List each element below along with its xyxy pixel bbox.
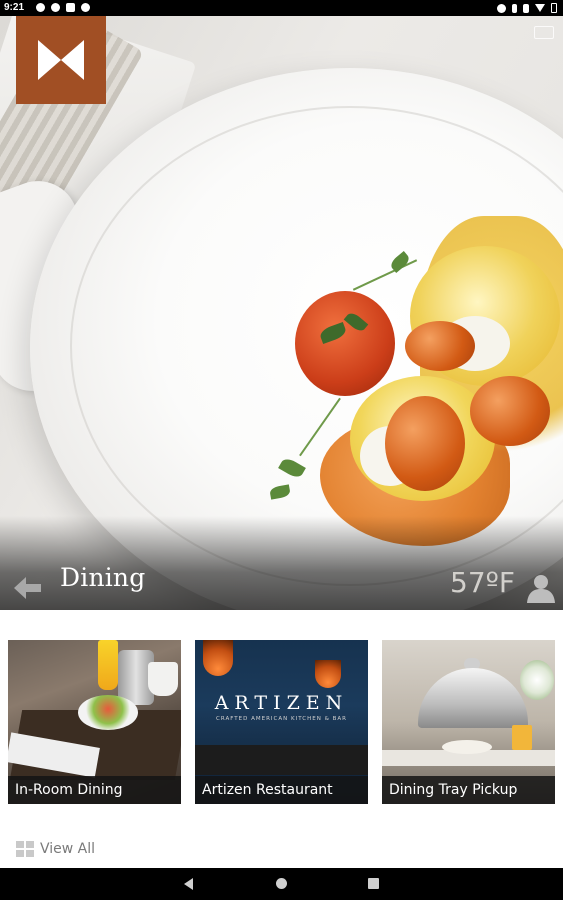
bar-counter xyxy=(195,745,368,775)
plate xyxy=(442,740,492,754)
juice-glass xyxy=(98,640,118,690)
recents-icon[interactable] xyxy=(368,878,379,889)
user-icon[interactable] xyxy=(526,573,556,603)
flowers xyxy=(520,660,554,700)
restaurant-tagline: CRAFTED AMERICAN KITCHEN & BAR xyxy=(216,716,347,722)
coffee-cup xyxy=(148,662,178,696)
bluetooth-icon xyxy=(512,3,517,13)
view-all-label: View All xyxy=(40,841,96,857)
notification-icon xyxy=(51,3,60,12)
hero-image xyxy=(0,16,563,610)
tile-dining-tray-pickup[interactable]: Dining Tray Pickup xyxy=(382,640,555,804)
temperature-readout: 57ºF xyxy=(450,566,515,599)
back-arrow-icon[interactable] xyxy=(14,575,42,601)
tile-artizen-restaurant[interactable]: ARTIZEN CRAFTED AMERICAN KITCHEN & BAR A… xyxy=(195,640,368,804)
roasted-tomato xyxy=(295,291,395,396)
view-all-link[interactable]: View All xyxy=(16,841,95,857)
status-left-icons xyxy=(36,3,90,12)
brand-logo[interactable] xyxy=(16,16,106,104)
salmon-roe xyxy=(405,321,475,371)
home-icon[interactable] xyxy=(276,878,287,889)
juice-glass xyxy=(512,725,532,750)
salmon-roe xyxy=(385,396,465,491)
dining-tiles: In-Room Dining ARTIZEN CRAFTED AMERICAN … xyxy=(0,640,563,804)
back-icon[interactable] xyxy=(184,878,193,890)
system-nav-bar xyxy=(0,868,563,900)
pendant-lamp xyxy=(203,640,233,676)
tile-label: Dining Tray Pickup xyxy=(382,776,555,804)
battery-icon xyxy=(551,3,557,13)
grid-icon xyxy=(16,841,34,857)
alarm-icon xyxy=(497,3,506,13)
restaurant-sign: ARTIZEN xyxy=(214,692,349,714)
tile-label: Artizen Restaurant xyxy=(195,776,368,804)
cast-icon[interactable] xyxy=(534,26,554,39)
status-time: 9:21 xyxy=(4,2,25,13)
cloche xyxy=(418,668,528,728)
tile-in-room-dining[interactable]: In-Room Dining xyxy=(8,640,181,804)
vibrate-icon xyxy=(523,3,529,13)
page-title: Dining xyxy=(60,563,146,592)
status-right-icons xyxy=(497,3,557,13)
pendant-lamp xyxy=(315,660,341,688)
status-bar: 9:21 xyxy=(0,0,563,16)
salmon-roe xyxy=(470,376,550,446)
wifi-icon xyxy=(535,4,545,12)
globe-icon xyxy=(81,3,90,12)
notification-icon xyxy=(36,3,45,12)
tile-label: In-Room Dining xyxy=(8,776,181,804)
image-icon xyxy=(66,3,75,12)
salad-bowl xyxy=(78,695,138,730)
bowtie-logo-icon xyxy=(38,40,84,80)
